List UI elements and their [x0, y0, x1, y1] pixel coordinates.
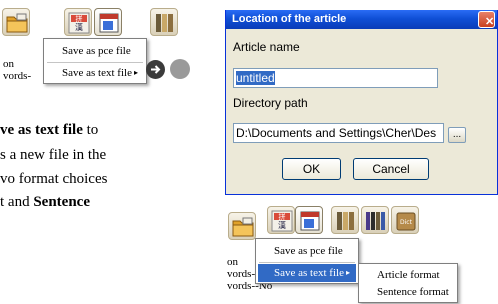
cancel-button[interactable]: Cancel [353, 158, 429, 180]
article-name-input[interactable]: untitled [233, 68, 438, 88]
directory-path-label: Directory path [233, 96, 308, 110]
text-run: to [82, 122, 99, 138]
paragraph-line-1: ve as text file to [0, 121, 98, 139]
text-format-submenu: Article format Sentence format [358, 263, 458, 303]
bold-term: Sentence [33, 194, 90, 210]
top-save-menu: Save as pce file Save as text file ▸ [43, 38, 147, 84]
scroll-circle-button[interactable] [170, 59, 190, 79]
menu-item-save-pce[interactable]: Save as pce file [258, 242, 356, 260]
menu-separator [47, 62, 143, 63]
pinyin-icon: 拼 漢 [271, 210, 293, 232]
directory-path-input[interactable]: D:\Documents and Settings\Cher\Des [233, 123, 444, 143]
folder-icon [6, 13, 28, 33]
open-folder-button[interactable] [2, 8, 30, 36]
save-button[interactable] [94, 8, 122, 36]
books-icon [156, 14, 173, 32]
menu-item-label: Save as pce file [62, 45, 131, 57]
selected-text: untitled [236, 71, 275, 85]
scroll-arrow-button[interactable] [146, 60, 165, 79]
paragraph-line-3: vo format choices [0, 171, 108, 187]
menu-item-save-text[interactable]: Save as text file ▸ [46, 64, 144, 82]
pinyin-icon: 拼 漢 [68, 12, 90, 34]
menu-item-label: Sentence format [377, 286, 449, 298]
dialog-titlebar[interactable]: Location of the article ✕ [226, 10, 497, 29]
svg-text:拼: 拼 [279, 212, 286, 221]
menu-item-sentence-format[interactable]: Sentence format [361, 283, 455, 301]
menu-item-save-pce[interactable]: Save as pce file [46, 42, 144, 60]
arrow-right-icon [151, 65, 161, 74]
close-icon: ✕ [485, 16, 495, 28]
top-toolbar: 拼 漢 [0, 0, 180, 40]
paragraph-line-4: t and Sentence [0, 193, 90, 211]
save-button[interactable] [295, 206, 323, 234]
menu-separator [259, 262, 355, 263]
side-line: on [3, 58, 14, 70]
location-dialog: Location of the article ✕ Article name u… [225, 10, 498, 195]
svg-text:拼: 拼 [76, 14, 83, 23]
books-button[interactable] [331, 206, 359, 234]
svg-text:漢: 漢 [278, 220, 286, 230]
close-button[interactable]: ✕ [478, 11, 495, 28]
top-side-text: on vords- [3, 58, 31, 82]
bold-term: ve as text file [0, 122, 83, 138]
article-name-label: Article name [233, 40, 300, 54]
browse-button[interactable]: ... [448, 127, 466, 143]
ok-button[interactable]: OK [282, 158, 341, 180]
save-document-icon [99, 13, 119, 33]
pinyin-button[interactable]: 拼 漢 [267, 206, 295, 234]
menu-item-label: Save as text file [274, 267, 344, 279]
bottom-save-menu: Save as pce file Save as text file ▸ [255, 238, 359, 284]
menu-item-save-text[interactable]: Save as text file ▸ [258, 264, 356, 282]
submenu-arrow-icon: ▸ [133, 68, 138, 77]
menu-item-label: Article format [377, 269, 440, 281]
library-icon [366, 212, 385, 230]
open-folder-button[interactable] [228, 212, 256, 240]
svg-text:漢: 漢 [75, 22, 83, 32]
dict-label: Dict [400, 219, 413, 226]
text-run: t and [0, 194, 34, 210]
dictionary-icon: Dict [396, 212, 416, 231]
dictionary-button[interactable]: Dict [391, 206, 419, 234]
library-button[interactable] [361, 206, 389, 234]
side-line: vords- [3, 70, 32, 82]
save-document-icon [300, 211, 320, 231]
folder-icon [232, 217, 254, 237]
paragraph-line-2: s a new file in the [0, 147, 107, 163]
pinyin-button[interactable]: 拼 漢 [64, 8, 92, 36]
books-icon [337, 212, 354, 230]
menu-item-article-format[interactable]: Article format [361, 266, 455, 284]
books-button[interactable] [150, 8, 178, 36]
submenu-arrow-icon: ▸ [345, 268, 350, 277]
menu-item-label: Save as text file [62, 67, 132, 79]
dialog-title: Location of the article [232, 13, 347, 25]
bottom-toolbar: 拼 漢 Dict [225, 200, 498, 240]
menu-item-label: Save as pce file [274, 245, 343, 257]
